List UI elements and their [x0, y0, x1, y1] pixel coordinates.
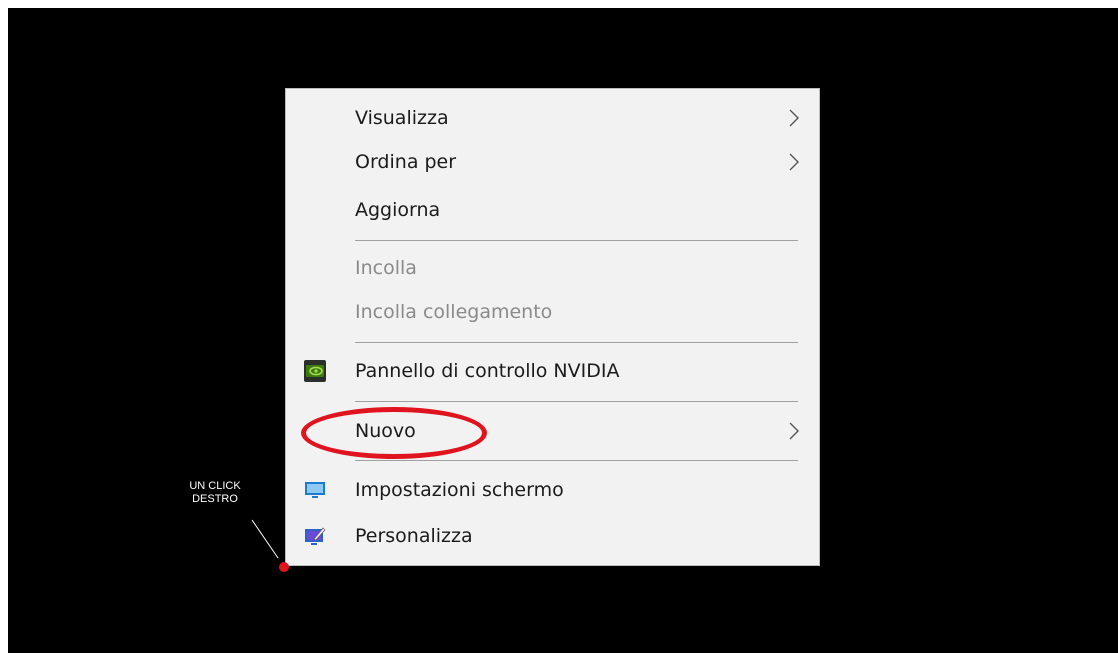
pointer-line	[251, 519, 279, 559]
click-point-marker	[279, 562, 289, 572]
annotation-pointer	[251, 519, 289, 572]
